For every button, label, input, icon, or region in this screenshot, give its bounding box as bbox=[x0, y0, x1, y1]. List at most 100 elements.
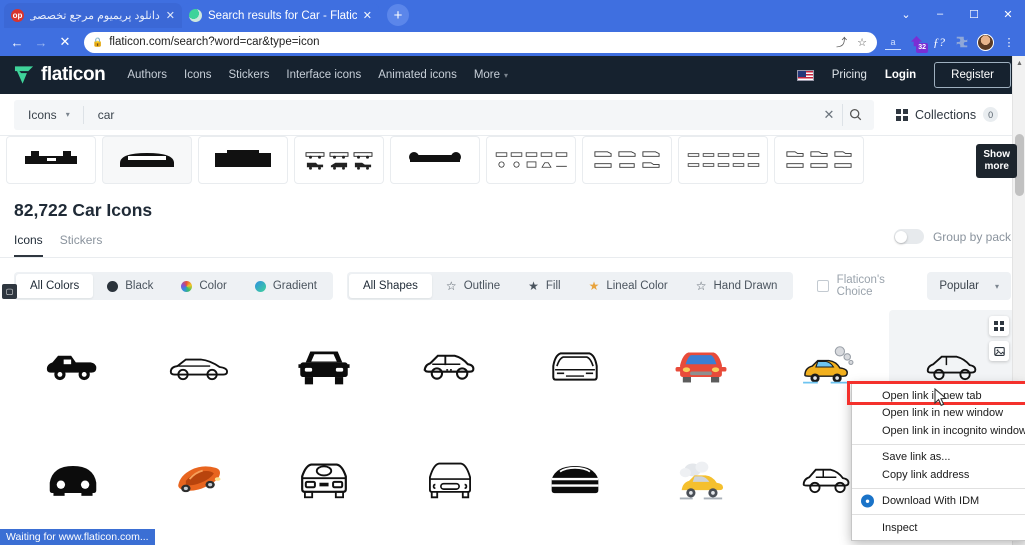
show-more-line2: more bbox=[984, 161, 1009, 172]
icon-card-yellow-car-cloud[interactable] bbox=[638, 423, 764, 536]
new-tab-button[interactable]: + bbox=[387, 4, 409, 26]
filter-fill[interactable]: ★ Fill bbox=[514, 274, 574, 298]
pack-card[interactable] bbox=[102, 136, 192, 184]
context-menu-item-copy-link-address[interactable]: Copy link address bbox=[852, 466, 1025, 484]
context-menu-item-open-link-new-window[interactable]: Open link in new window bbox=[852, 405, 1025, 423]
pack-card[interactable] bbox=[678, 136, 768, 184]
context-menu-item-download-with-idm[interactable]: ● Download With IDM bbox=[852, 493, 1025, 511]
context-menu-item-open-link-new-tab[interactable]: Open link in new tab bbox=[852, 387, 1025, 405]
nav-more[interactable]: More ▾ bbox=[474, 69, 508, 81]
pack-mini-grid bbox=[784, 150, 854, 170]
nav-authors[interactable]: Authors bbox=[127, 69, 167, 81]
pack-card[interactable] bbox=[774, 136, 864, 184]
search-icon[interactable] bbox=[842, 103, 868, 126]
login-link[interactable]: Login bbox=[885, 69, 916, 81]
context-menu-label: Open link in new tab bbox=[882, 389, 982, 402]
add-to-collection-button[interactable] bbox=[989, 316, 1009, 336]
results-header: 82,722 Car Icons Icons Stickers Group by… bbox=[0, 186, 1025, 257]
icon-card-car-front-lineal[interactable] bbox=[261, 423, 387, 536]
nav-interface-icons[interactable]: Interface icons bbox=[286, 69, 361, 81]
puzzle-extension-icon[interactable] bbox=[954, 34, 970, 50]
icon-card-sedan-side-outline[interactable] bbox=[136, 310, 262, 423]
chevron-down-icon[interactable]: ⌄ bbox=[889, 0, 923, 28]
forward-button[interactable]: → bbox=[30, 31, 52, 53]
download-icon-button[interactable] bbox=[989, 341, 1009, 361]
scroll-up-arrow[interactable]: ▲ bbox=[1013, 56, 1025, 70]
clear-search-icon[interactable]: ✕ bbox=[816, 104, 842, 126]
flaticon-logo[interactable]: flaticon bbox=[14, 64, 106, 86]
browser-tab-1[interactable]: op دانلود پریمیوم مرجع تخصصی دانلو ✕ bbox=[4, 3, 182, 28]
pack-card[interactable] bbox=[6, 136, 96, 184]
page-title: 82,722 Car Icons bbox=[14, 200, 153, 220]
close-icon[interactable]: ✕ bbox=[166, 9, 175, 22]
close-icon[interactable]: ✕ bbox=[363, 9, 372, 22]
sort-dropdown[interactable]: Popular ▾ bbox=[927, 272, 1011, 300]
avatar[interactable] bbox=[977, 33, 994, 51]
flaticons-choice-checkbox[interactable]: Flaticon's Choice bbox=[807, 268, 927, 304]
filter-gradient[interactable]: Gradient bbox=[241, 274, 331, 298]
collections-button[interactable]: Collections 0 bbox=[896, 107, 999, 122]
tab-stickers[interactable]: Stickers bbox=[60, 233, 103, 257]
filter-all-shapes[interactable]: All Shapes bbox=[348, 274, 432, 298]
filter-outline[interactable]: ☆ Outline bbox=[432, 274, 514, 298]
pack-card[interactable] bbox=[294, 136, 384, 184]
browser-menu-icon[interactable]: ⋮ bbox=[1001, 34, 1017, 50]
icon-card-car-side-filled[interactable] bbox=[10, 310, 136, 423]
icon-card-car-front-filled[interactable] bbox=[261, 310, 387, 423]
nav-icons[interactable]: Icons bbox=[184, 69, 212, 81]
search-input[interactable] bbox=[83, 107, 816, 122]
icon-card-orange-sports-car-3d[interactable] bbox=[136, 423, 262, 536]
context-menu-item-save-link-as[interactable]: Save link as... bbox=[852, 449, 1025, 467]
nav-animated-icons[interactable]: Animated icons bbox=[378, 69, 457, 81]
icon-card-red-car-front[interactable] bbox=[638, 310, 764, 423]
share-icon[interactable]: ⤴ bbox=[834, 34, 849, 50]
browser-tab-2[interactable]: Search results for Car - Flaticon ✕ bbox=[182, 3, 379, 28]
star-fill-icon: ★ bbox=[528, 279, 539, 293]
context-menu-item-open-link-incognito[interactable]: Open link in incognito window bbox=[852, 422, 1025, 440]
stop-loading-button[interactable]: ✕ bbox=[54, 31, 76, 53]
icon-hover-actions bbox=[989, 316, 1009, 361]
filter-all-colors[interactable]: All Colors bbox=[16, 274, 94, 298]
nav-stickers[interactable]: Stickers bbox=[229, 69, 270, 81]
filter-outline-label: Outline bbox=[463, 280, 501, 292]
address-bar[interactable]: 🔒 flaticon.com/search?word=car&type=icon… bbox=[84, 31, 877, 53]
minimize-button[interactable]: – bbox=[923, 0, 957, 28]
filter-black[interactable]: Black bbox=[93, 274, 167, 298]
close-window-button[interactable]: ✕ bbox=[991, 0, 1025, 28]
idm-extension-icon[interactable]: 32 bbox=[908, 34, 928, 53]
back-button[interactable]: ← bbox=[6, 31, 28, 53]
font-extension-icon[interactable]: ƒ? bbox=[931, 34, 947, 50]
filter-hand-drawn[interactable]: ☆ Hand Drawn bbox=[682, 274, 792, 298]
register-button[interactable]: Register bbox=[934, 62, 1011, 88]
us-flag-icon[interactable] bbox=[796, 69, 814, 81]
bookmark-star-icon[interactable]: ☆ bbox=[855, 36, 869, 49]
feedback-tab-icon[interactable]: ▢ bbox=[2, 284, 17, 299]
pack-mini-grid bbox=[687, 151, 760, 169]
translate-extension-icon[interactable]: a bbox=[885, 34, 901, 50]
chevron-down-icon: ▾ bbox=[994, 281, 999, 291]
pack-card[interactable] bbox=[486, 136, 576, 184]
icon-card-car-front-bold-filled[interactable] bbox=[10, 423, 136, 536]
status-text: Waiting for www.flaticon.com... bbox=[6, 531, 149, 543]
show-more-tooltip[interactable]: Show more bbox=[976, 144, 1017, 178]
group-by-pack-control[interactable]: Group by pack bbox=[893, 229, 1011, 244]
pricing-link[interactable]: Pricing bbox=[832, 69, 867, 81]
lock-icon: 🔒 bbox=[92, 36, 104, 47]
pack-card[interactable] bbox=[582, 136, 672, 184]
context-menu-item-inspect[interactable]: Inspect bbox=[852, 519, 1025, 537]
maximize-button[interactable]: ☐ bbox=[957, 0, 991, 28]
group-by-pack-toggle[interactable] bbox=[893, 229, 924, 244]
pack-card[interactable] bbox=[390, 136, 480, 184]
grid-icon bbox=[896, 108, 908, 121]
icon-card-car-front-outline[interactable] bbox=[513, 310, 639, 423]
url-text: flaticon.com/search?word=car&type=icon bbox=[109, 36, 320, 48]
filter-lineal-color[interactable]: ★ Lineal Color bbox=[575, 274, 682, 298]
pack-card[interactable] bbox=[198, 136, 288, 184]
icon-card-car-front-thin-outline[interactable] bbox=[387, 423, 513, 536]
icon-card-car-front-filled-2[interactable] bbox=[513, 423, 639, 536]
tab-icons[interactable]: Icons bbox=[14, 233, 43, 257]
site-header-right: Pricing Login Register bbox=[796, 62, 1011, 88]
search-type-select[interactable]: Icons ▾ bbox=[28, 105, 84, 124]
filter-color[interactable]: Color bbox=[167, 274, 240, 298]
icon-card-hatchback-side-outline[interactable] bbox=[387, 310, 513, 423]
